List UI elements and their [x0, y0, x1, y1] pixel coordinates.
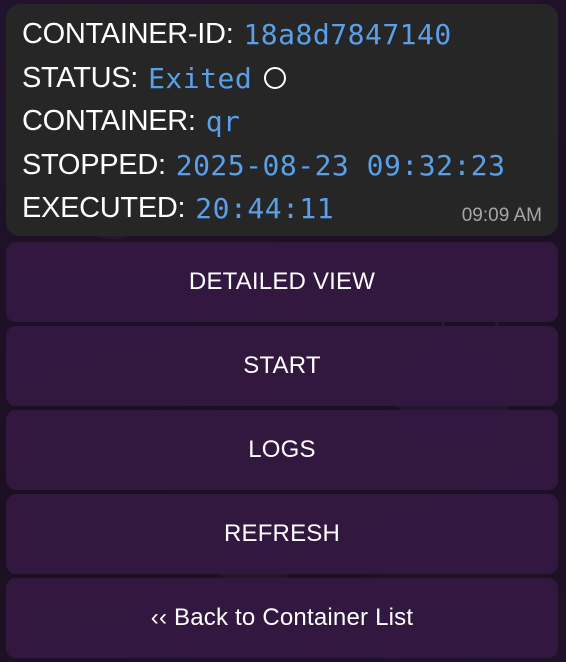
container-id-label: CONTAINER-ID: [22, 18, 234, 50]
container-info-message: CONTAINER-ID: 18a8d7847140 STATUS: Exite… [6, 4, 558, 236]
message-timestamp: 09:09 AM [461, 205, 542, 226]
status-value: Exited [148, 61, 253, 95]
start-button[interactable]: START [6, 326, 558, 406]
circle-outline-icon [264, 67, 287, 90]
container-id-row: CONTAINER-ID: 18a8d7847140 [22, 13, 542, 57]
status-row: STATUS: Exited [22, 57, 542, 101]
stopped-value: 2025-08-23 09:32:23 [175, 148, 506, 182]
stopped-label: STOPPED: [22, 148, 166, 181]
stopped-row: STOPPED: 2025-08-23 09:32:23 [22, 144, 542, 188]
refresh-button[interactable]: REFRESH [6, 494, 558, 574]
executed-label: EXECUTED: [22, 192, 186, 224]
logs-button[interactable]: LOGS [6, 410, 558, 490]
detailed-view-button[interactable]: DETAILED VIEW [6, 242, 558, 322]
status-label: STATUS: [22, 61, 139, 94]
container-name-value: qr [205, 105, 241, 138]
container-name-label: CONTAINER: [22, 105, 196, 137]
executed-value: 20:44:11 [195, 192, 335, 225]
container-name-row: CONTAINER: qr [22, 100, 542, 144]
container-id-value: 18a8d7847140 [243, 18, 452, 51]
back-to-container-list-button[interactable]: ‹‹ Back to Container List [6, 578, 558, 658]
